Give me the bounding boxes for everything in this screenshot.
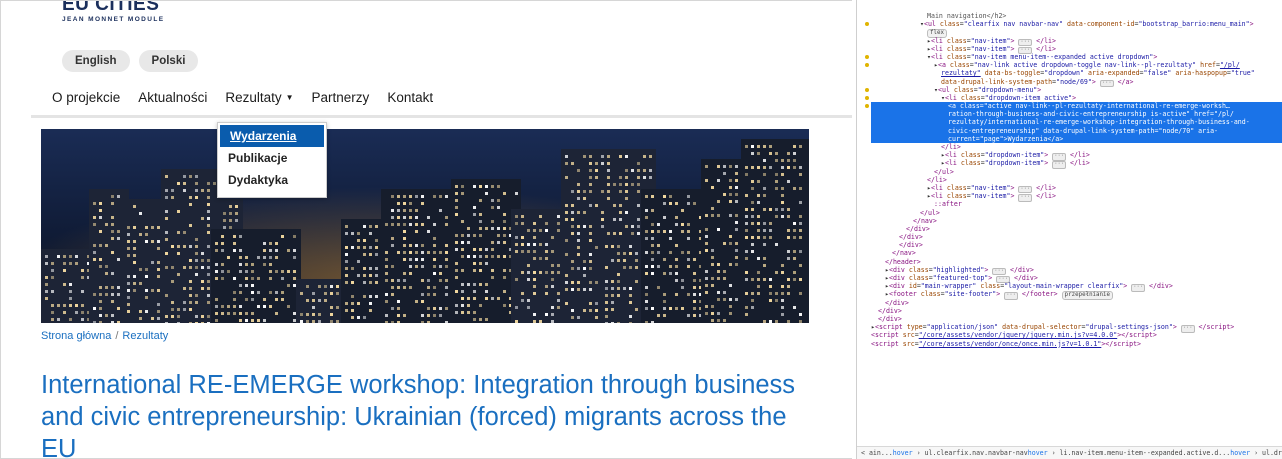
- logo-subtitle: JEAN MONNET MODULE: [62, 16, 165, 23]
- devtools-elements-panel: Main navigation</h2> ▾<ul class="clearfix…: [856, 0, 1282, 459]
- dom-node-line[interactable]: </div>: [871, 225, 1282, 233]
- selected-dom-node-line[interactable]: civic-entrepreneurship" data-drupal-link…: [871, 126, 1282, 135]
- nav-label: Aktualności: [138, 89, 208, 105]
- change-marker-icon: [865, 63, 869, 68]
- dom-node-line[interactable]: ▸<footer class="site-footer"> ··· </foot…: [871, 290, 1282, 300]
- dom-node-line[interactable]: ▸<li class="nav-item"> ··· </li>: [871, 37, 1282, 46]
- dom-node-line[interactable]: ▸<li class="dropdown-item"> ··· </li>: [871, 159, 1282, 169]
- selected-dom-node-line[interactable]: rezultaty/international-re-emerge-worksh…: [871, 118, 1282, 127]
- page-title: International RE-EMERGE workshop: Integr…: [41, 371, 796, 459]
- dom-node-line[interactable]: ▾<ul class="dropdown-menu">: [871, 86, 1282, 94]
- nav-divider: [31, 115, 852, 118]
- dom-node-line[interactable]: </div>: [871, 307, 1282, 315]
- nav-item-kontakt[interactable]: Kontakt: [387, 90, 433, 105]
- dom-node-line[interactable]: <script src="/core/assets/vendor/once/on…: [871, 340, 1282, 348]
- dom-node-line[interactable]: </div>: [871, 315, 1282, 323]
- dom-node-line[interactable]: </li>: [871, 143, 1282, 151]
- site-logo[interactable]: EU CITIES JEAN MONNET MODULE: [62, 0, 172, 29]
- rezultaty-dropdown-menu: Wydarzenia Publikacje Dydaktyka: [217, 122, 327, 198]
- caret-down-icon: ▼: [285, 92, 294, 102]
- nav-label: Partnerzy: [311, 89, 370, 105]
- nav-label: O projekcie: [52, 89, 121, 105]
- language-switcher: English Polski: [62, 50, 199, 72]
- selected-dom-node-line[interactable]: ration-through-business-and-civic-entrep…: [871, 110, 1282, 119]
- selected-dom-node-line[interactable]: <a class="active nav-link--pl-rezultaty-…: [871, 102, 1282, 111]
- breadcrumb-current-link[interactable]: Rezultaty: [122, 330, 168, 342]
- nav-item-rezultaty[interactable]: Rezultaty ▼: [225, 90, 293, 105]
- dom-node-line[interactable]: </header>: [871, 258, 1282, 266]
- dom-node-line[interactable]: Main navigation</h2>: [871, 12, 1282, 20]
- breadcrumb-home-link[interactable]: Strona główna: [41, 330, 111, 342]
- dom-node-line[interactable]: <script src="/core/assets/vendor/jquery/…: [871, 331, 1282, 339]
- city-skyline-image: [41, 129, 809, 323]
- nav-item-partnerzy[interactable]: Partnerzy: [312, 90, 370, 105]
- breadcrumb: Strona główna / Rezultaty: [41, 330, 168, 342]
- dom-node-line[interactable]: ▸<li class="nav-item"> ··· </li>: [871, 45, 1282, 55]
- dom-node-line[interactable]: ▸<div class="featured-top"> ··· </div>: [871, 274, 1282, 284]
- dropdown-item-wydarzenia[interactable]: Wydarzenia: [220, 125, 324, 147]
- dom-tree: Main navigation</h2> ▾<ul class="clearfix…: [871, 12, 1282, 348]
- dropdown-item-publikacje[interactable]: Publikacje: [218, 147, 326, 169]
- dom-node-line[interactable]: ▸<li class="nav-item"> ··· </li>: [871, 192, 1282, 202]
- selected-dom-node-line[interactable]: current="page">Wydarzenia</a>: [871, 134, 1282, 143]
- dom-node-line[interactable]: ▸<div id="main-wrapper" class="layout-ma…: [871, 282, 1282, 292]
- change-marker-icon: [865, 22, 869, 27]
- breadcrumb-separator: /: [115, 330, 119, 342]
- change-marker-icon: [865, 55, 869, 59]
- dom-node-line[interactable]: ▸<li class="dropdown-item"> ··· </li>: [871, 151, 1282, 161]
- logo-title: EU CITIES: [62, 0, 160, 15]
- change-marker-icon: [865, 87, 869, 92]
- devtools-breadcrumb-bar[interactable]: < ain...hover › ul.clearfix.nav.navbar-n…: [857, 446, 1282, 459]
- dom-node-line[interactable]: rezultaty" data-bs-toggle="dropdown" ari…: [871, 69, 1282, 77]
- nav-label: Kontakt: [387, 89, 434, 105]
- dom-node-line[interactable]: ::after: [871, 200, 1282, 208]
- change-marker-icon: [865, 96, 869, 100]
- hero-image-city-night: [41, 129, 809, 323]
- dom-node-line[interactable]: ▾<li class="dropdown-item active">: [871, 94, 1282, 102]
- nav-label: Rezultaty: [225, 89, 282, 105]
- nav-item-aktualnosci[interactable]: Aktualności: [138, 90, 207, 105]
- dom-node-line[interactable]: </div>: [871, 299, 1282, 307]
- nav-item-o-projekcie[interactable]: O projekcie: [52, 90, 120, 105]
- website-viewport: EU CITIES JEAN MONNET MODULE English Pol…: [0, 0, 852, 459]
- dom-node-line[interactable]: ▾<ul class="clearfix nav navbar-nav" dat…: [871, 20, 1282, 28]
- change-marker-icon: [865, 104, 869, 109]
- dom-node-line[interactable]: ▾<li class="nav-item menu-item--expanded…: [871, 53, 1282, 61]
- dom-node-line[interactable]: ▸<li class="nav-item"> ··· </li>: [871, 184, 1282, 194]
- dom-node-line[interactable]: ▸<div class="highlighted"> ··· </div>: [871, 266, 1282, 276]
- dropdown-item-dydaktyka[interactable]: Dydaktyka: [218, 169, 326, 191]
- language-polish-button[interactable]: Polski: [138, 50, 199, 72]
- dom-node-line[interactable]: </div>: [871, 241, 1282, 249]
- dom-node-line[interactable]: </li>: [871, 176, 1282, 184]
- dom-node-line[interactable]: </ul>: [871, 209, 1282, 217]
- dom-node-line[interactable]: </ul>: [871, 168, 1282, 176]
- language-english-button[interactable]: English: [62, 50, 130, 72]
- dom-node-line[interactable]: ▸<a class="nav-link active dropdown-togg…: [871, 61, 1282, 69]
- dom-node-line[interactable]: </div>: [871, 233, 1282, 241]
- dom-node-line[interactable]: flex: [871, 28, 1282, 38]
- main-navigation: O projekcie Aktualności Rezultaty ▼ Partn…: [52, 87, 433, 107]
- dom-node-line[interactable]: data-drupal-link-system-path="node/69"> …: [871, 78, 1282, 87]
- dom-node-line[interactable]: </nav>: [871, 217, 1282, 225]
- dom-node-line[interactable]: ▸<script type="application/json" data-dr…: [871, 323, 1282, 333]
- dom-node-line[interactable]: </nav>: [871, 249, 1282, 257]
